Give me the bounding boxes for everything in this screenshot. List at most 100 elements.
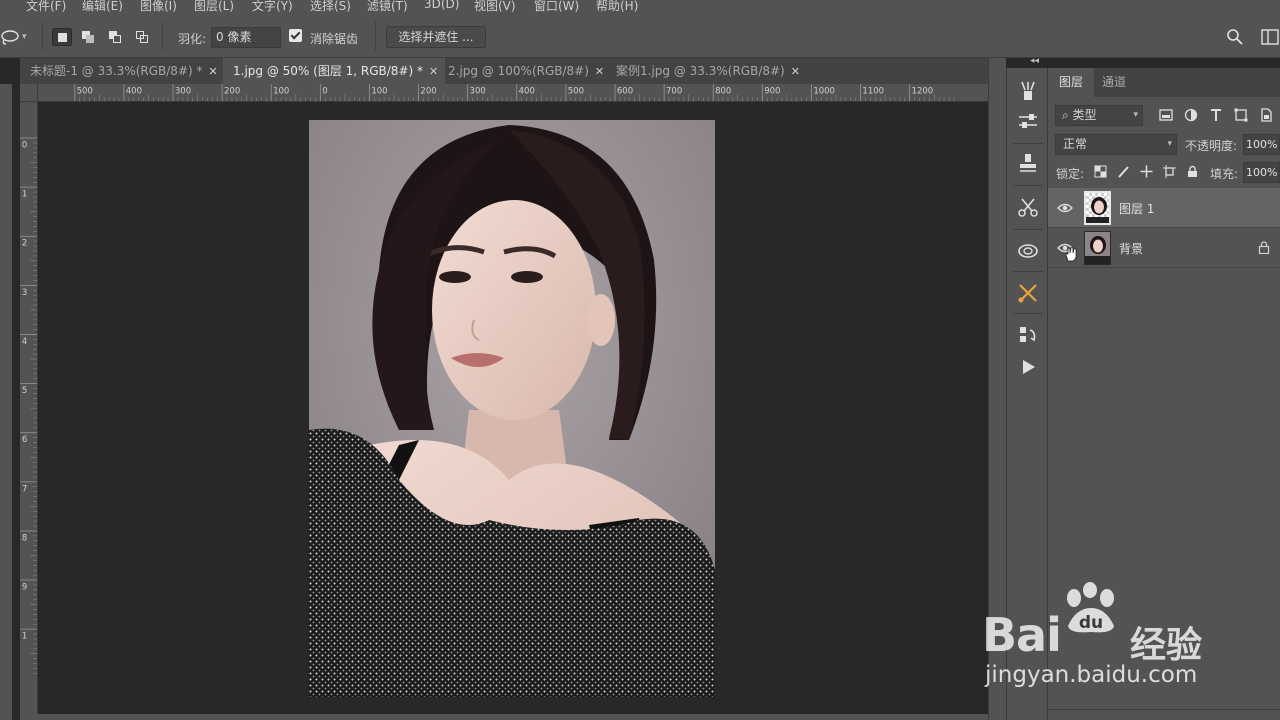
brand-du-text: du — [1079, 613, 1103, 633]
play-actions-icon[interactable] — [1017, 356, 1039, 378]
antialias-checkbox[interactable] — [289, 29, 302, 42]
doc-tab-2jpg[interactable]: 2.jpg @ 100%(RGB/8#) ✕ — [438, 58, 610, 84]
doc-tab-untitled[interactable]: 未标题-1 @ 33.3%(RGB/8#) * ✕ — [20, 58, 225, 84]
doc-tab-1jpg[interactable]: 1.jpg @ 50% (图层 1, RGB/8#) * ✕ — [223, 58, 445, 84]
document-image[interactable] — [309, 120, 715, 697]
close-icon[interactable]: ✕ — [429, 65, 438, 78]
tab-layers[interactable]: 图层 — [1048, 68, 1094, 97]
blend-mode-select[interactable]: 正常 ▾ — [1055, 134, 1177, 155]
layer-name[interactable]: 背景 — [1119, 240, 1143, 257]
horizontal-ruler[interactable]: 500 400 300 200 100 0 100 200 300 400 500 600 700 800… — [38, 84, 988, 102]
ruler-label: 9 — [22, 583, 27, 593]
separator — [1013, 229, 1043, 230]
tab-channels[interactable]: 通道 — [1094, 68, 1134, 97]
opacity-label: 不透明度: — [1185, 139, 1238, 153]
subtract-from-selection-button[interactable] — [106, 28, 126, 46]
close-icon[interactable]: ✕ — [209, 65, 218, 78]
layer-thumbnail — [1084, 231, 1111, 265]
doc-tab-label: 案例1.jpg @ 33.3%(RGB/8#) — [616, 64, 785, 78]
lock-position-icon[interactable] — [1140, 165, 1153, 178]
select-and-mask-button[interactable]: 选择并遮住 ... — [386, 26, 486, 48]
ruler-label: 800 — [715, 86, 731, 96]
doc-tab-label: 未标题-1 @ 33.3%(RGB/8#) * — [30, 64, 203, 78]
filter-adjustment-icon[interactable] — [1184, 108, 1198, 122]
filter-label: 类型 — [1072, 108, 1097, 122]
layer-row-background[interactable]: 背景 — [1048, 228, 1280, 268]
new-selection-button[interactable] — [52, 28, 72, 46]
chevron-down-icon: ▾ — [1133, 110, 1138, 120]
filter-pixel-icon[interactable] — [1159, 108, 1173, 122]
layer-name[interactable]: 图层 1 — [1119, 200, 1154, 217]
ruler-label: 6 — [22, 435, 27, 445]
menu-bar: 文件(F) 编辑(E) 图像(I) 图层(L) 文字(Y) 选择(S) 滤镜(T… — [0, 0, 1280, 14]
menu-filter[interactable]: 滤镜(T) — [367, 0, 408, 14]
baidu-jingyan-watermark: du Bai 经验 jingyan.baidu.com — [982, 580, 1222, 690]
document-tab-strip: 未标题-1 @ 33.3%(RGB/8#) * ✕ 1.jpg @ 50% (图层… — [20, 58, 988, 84]
ruler-label: 100 — [273, 86, 289, 96]
doc-tab-label: 2.jpg @ 100%(RGB/8#) — [448, 64, 589, 78]
blend-mode-value: 正常 — [1063, 137, 1088, 151]
ruler-label: 8 — [22, 533, 27, 543]
menu-type[interactable]: 文字(Y) — [252, 0, 293, 14]
lock-artboard-icon[interactable] — [1163, 165, 1176, 178]
ruler-label: 500 — [568, 86, 584, 96]
search-icon[interactable] — [1226, 28, 1244, 46]
visibility-eye-icon[interactable] — [1057, 202, 1073, 214]
add-to-selection-button[interactable] — [79, 28, 99, 46]
menu-view[interactable]: 视图(V) — [474, 0, 516, 14]
doc-tab-label: 1.jpg @ 50% (图层 1, RGB/8#) * — [233, 64, 423, 78]
intersect-selection-button[interactable] — [133, 28, 153, 46]
ruler-label: 2 — [22, 239, 27, 249]
layer-row-layer1[interactable]: 图层 1 — [1048, 188, 1280, 228]
ruler-label: 0 — [322, 86, 327, 96]
menu-help[interactable]: 帮助(H) — [596, 0, 638, 14]
adjustments-sliders-icon[interactable] — [1017, 110, 1039, 132]
brand-bai-text: Bai — [982, 608, 1062, 662]
layer-thumbnail — [1084, 191, 1111, 225]
libraries-icon[interactable] — [1017, 239, 1039, 261]
opacity-field[interactable]: 100% — [1243, 134, 1280, 155]
paw-logo-icon: du — [1067, 582, 1114, 633]
search-icon: ⌕ — [1062, 108, 1073, 122]
clone-source-icon[interactable] — [1017, 152, 1039, 174]
tool-presets-icon[interactable] — [1017, 196, 1039, 218]
crossed-tools-active-icon[interactable] — [1017, 282, 1039, 304]
chevron-down-icon: ▾ — [1167, 139, 1172, 149]
ruler-label: 300 — [470, 86, 486, 96]
ruler-origin[interactable] — [20, 84, 38, 102]
ruler-label: 600 — [617, 86, 633, 96]
ruler-label: 300 — [175, 86, 191, 96]
menu-file[interactable]: 文件(F) — [26, 0, 66, 14]
menu-edit[interactable]: 编辑(E) — [82, 0, 123, 14]
menu-window[interactable]: 窗口(W) — [534, 0, 579, 14]
separator — [162, 22, 163, 50]
vertical-ruler[interactable]: 0 1 2 3 4 5 6 7 8 9 1 — [20, 102, 38, 720]
ruler-label: 7 — [22, 484, 27, 494]
workspace-icon[interactable] — [1261, 29, 1279, 45]
separator — [1013, 271, 1043, 272]
feather-input[interactable]: 0 像素 — [211, 27, 281, 48]
lock-image-pixels-icon[interactable] — [1117, 165, 1130, 178]
lasso-tool-icon[interactable] — [0, 28, 22, 46]
fill-field[interactable]: 100% — [1243, 162, 1280, 183]
lock-all-icon[interactable] — [1186, 165, 1199, 178]
filter-type-icon[interactable] — [1209, 108, 1223, 122]
collapse-panels-icon[interactable]: ◂◂ — [1030, 56, 1039, 66]
brand-url-text: jingyan.baidu.com — [985, 662, 1198, 688]
menu-select[interactable]: 选择(S) — [310, 0, 351, 14]
ruler-label: 700 — [666, 86, 682, 96]
close-icon[interactable]: ✕ — [595, 65, 604, 78]
tool-preset-chevron-icon[interactable]: ▾ — [22, 32, 27, 42]
doc-tab-case1jpg[interactable]: 案例1.jpg @ 33.3%(RGB/8#) ✕ — [606, 58, 821, 84]
brush-settings-icon[interactable] — [1017, 80, 1039, 102]
close-icon[interactable]: ✕ — [791, 65, 800, 78]
lock-transparent-pixels-icon[interactable] — [1094, 165, 1107, 178]
menu-layer[interactable]: 图层(L) — [194, 0, 234, 14]
filter-smart-object-icon[interactable] — [1259, 108, 1273, 122]
filter-shape-icon[interactable] — [1234, 108, 1248, 122]
layers-panel-footer — [1048, 709, 1280, 720]
history-icon[interactable] — [1017, 324, 1039, 346]
menu-3d[interactable]: 3D(D) — [424, 0, 459, 11]
layer-filter-select[interactable]: ⌕ 类型 ▾ — [1055, 105, 1143, 126]
menu-image[interactable]: 图像(I) — [140, 0, 177, 14]
